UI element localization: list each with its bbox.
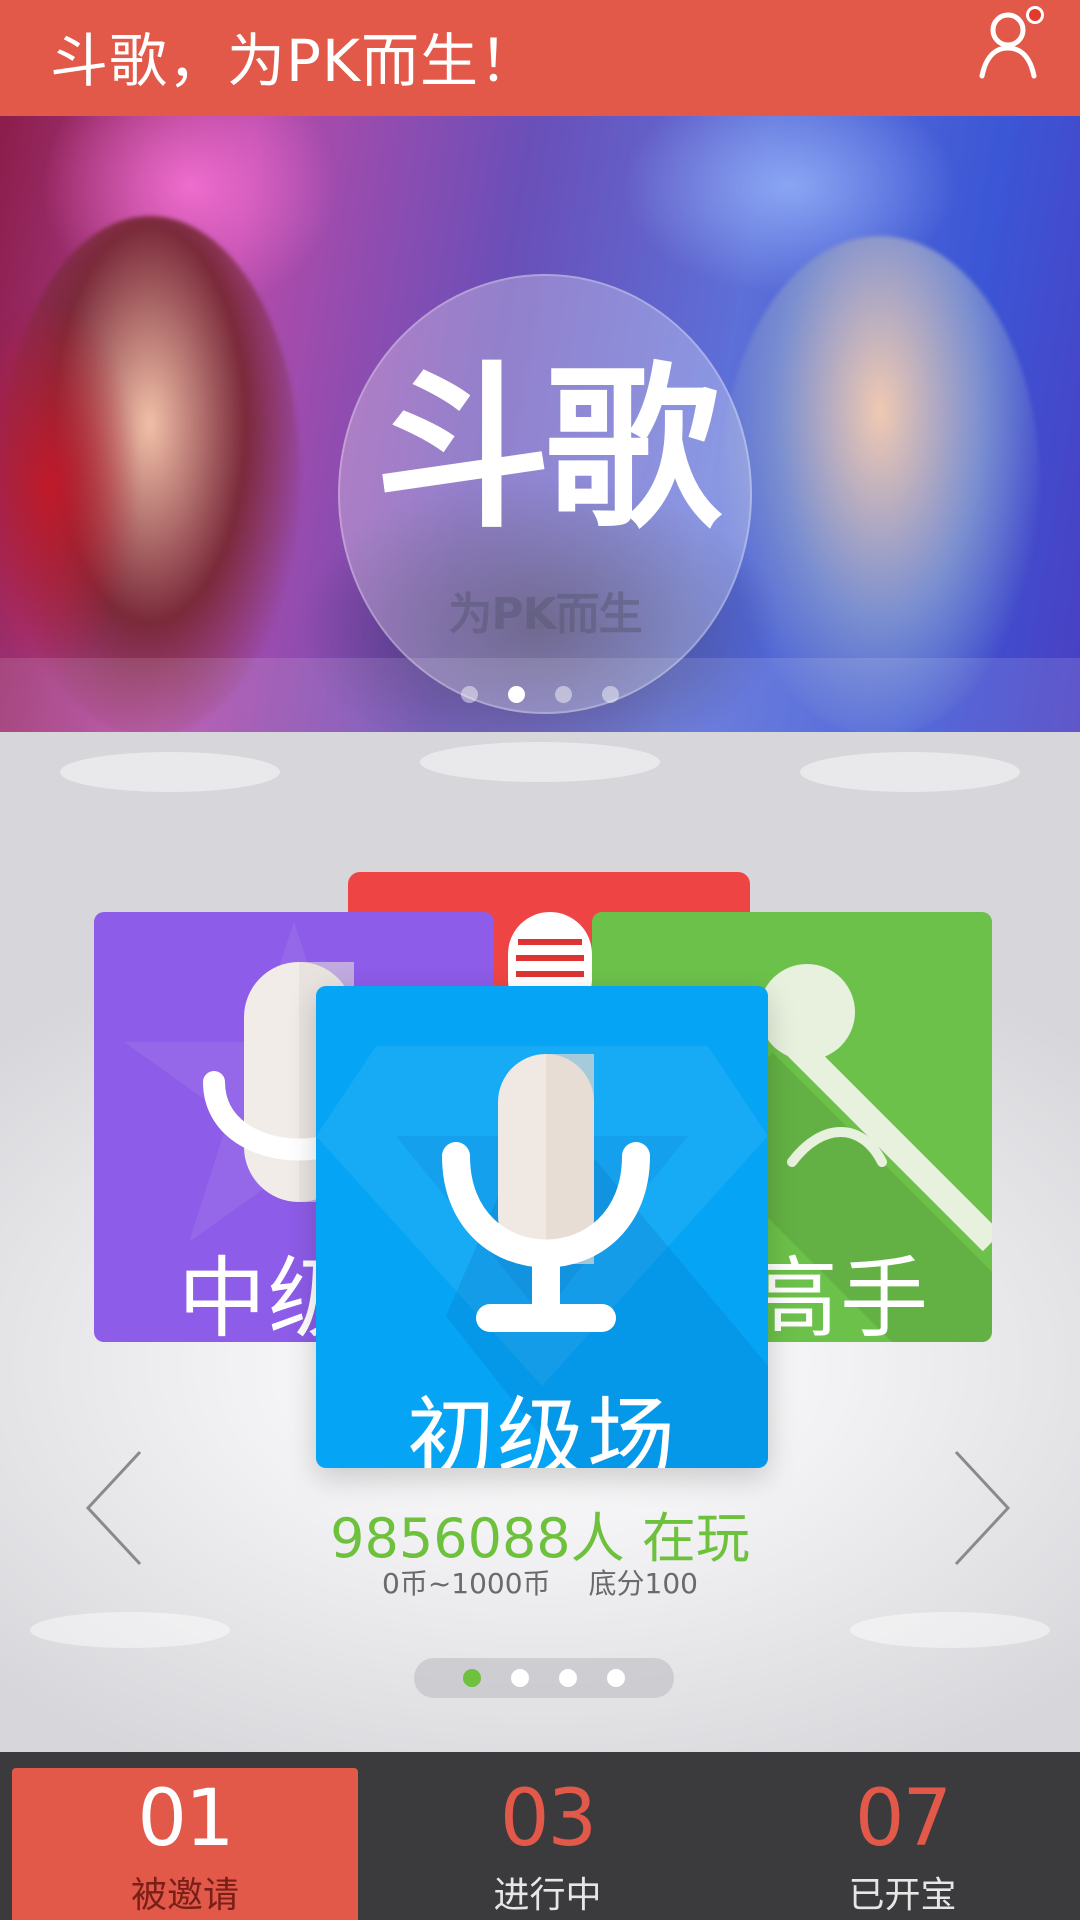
banner-dot[interactable] bbox=[555, 686, 572, 703]
banner-logo: 斗歌 为PK而生 bbox=[338, 274, 752, 714]
room-stakes-info: 0币~1000币 底分100 bbox=[0, 1562, 1080, 1602]
tab-opened[interactable]: 07 已开宝 bbox=[725, 1752, 1080, 1920]
tab-label: 已开宝 bbox=[848, 1875, 957, 1916]
coin-range: 0币~1000币 bbox=[382, 1567, 551, 1600]
banner-pagination bbox=[0, 686, 1080, 703]
room-dot[interactable] bbox=[607, 1669, 625, 1687]
tab-count: 03 bbox=[499, 1774, 597, 1864]
notification-badge bbox=[1026, 6, 1044, 24]
room-dot[interactable] bbox=[559, 1669, 577, 1687]
tab-count: 07 bbox=[854, 1774, 952, 1864]
promo-banner[interactable]: 斗歌 为PK而生 bbox=[0, 116, 1080, 732]
room-card-beginner[interactable]: 初级场 bbox=[316, 986, 768, 1468]
bottom-tab-bar: 01 被邀请 03 进行中 07 已开宝 bbox=[0, 1752, 1080, 1920]
room-dot-active[interactable] bbox=[463, 1669, 481, 1687]
app-title: 斗歌，为PK而生！ bbox=[50, 27, 539, 95]
banner-dot[interactable] bbox=[602, 686, 619, 703]
room-dot[interactable] bbox=[511, 1669, 529, 1687]
tab-label: 进行中 bbox=[493, 1875, 602, 1916]
tab-label: 被邀请 bbox=[130, 1875, 239, 1916]
logo-main-text: 斗歌 bbox=[374, 347, 721, 552]
room-pagination bbox=[414, 1658, 674, 1698]
base-score: 底分100 bbox=[588, 1567, 698, 1600]
banner-dot[interactable] bbox=[461, 686, 478, 703]
tab-invited[interactable]: 01 被邀请 bbox=[12, 1768, 358, 1920]
logo-slogan: 为PK而生 bbox=[448, 589, 642, 640]
profile-button[interactable] bbox=[976, 6, 1046, 80]
app-header: 斗歌，为PK而生！ bbox=[0, 0, 1080, 116]
tab-count: 01 bbox=[137, 1774, 234, 1864]
banner-dot-active[interactable] bbox=[508, 686, 525, 703]
tab-in-progress[interactable]: 03 进行中 bbox=[370, 1752, 725, 1920]
room-card-label: 初级场 bbox=[406, 1387, 677, 1468]
room-card-label: 高手场 bbox=[750, 1247, 931, 1342]
